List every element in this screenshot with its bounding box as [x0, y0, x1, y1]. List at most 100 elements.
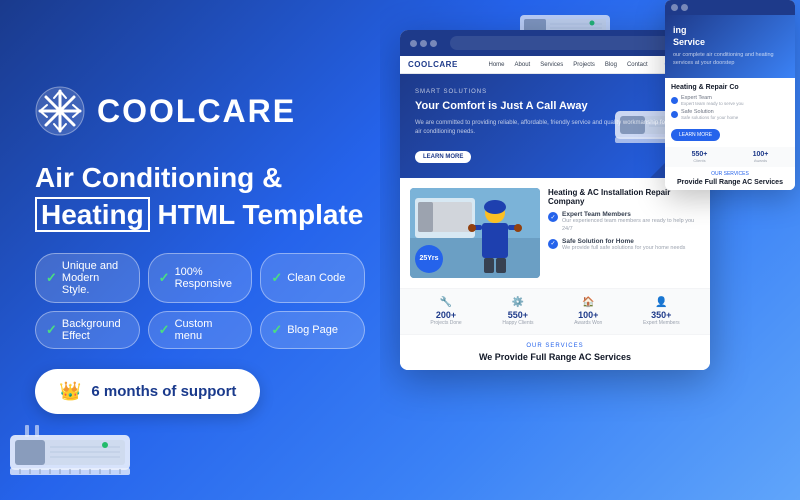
check-icon: ✓ — [159, 322, 170, 338]
badge-label: 100% Responsive — [175, 266, 242, 290]
our-services-title: We Provide Full Range AC Services — [408, 352, 702, 362]
snowflake-icon — [35, 86, 85, 136]
service-image: 25 Yrs — [410, 188, 540, 278]
logo-row: COOLCARE — [35, 86, 365, 136]
dot1 — [410, 40, 417, 47]
main-title: Air Conditioning & Heating HTML Template — [35, 160, 365, 233]
nav-projects: Projects — [570, 61, 598, 69]
browser-hero: SMART SOLUTIONS Your Comfort is Just A C… — [400, 74, 710, 178]
service-check-1 — [548, 212, 558, 222]
check-icon: ✓ — [271, 322, 282, 338]
secondary-title-part2: Service — [673, 37, 705, 47]
right-panel: COOLCARE Home About Services Projects Bl… — [380, 0, 800, 500]
years-number: 25 — [419, 255, 427, 263]
browser-url-bar — [450, 36, 700, 50]
awards-icon: 🏠 — [574, 297, 602, 308]
hero-cta-button[interactable]: LEARN MORE — [415, 151, 471, 163]
nav-links: Home About Services Projects Blog Contac… — [486, 61, 651, 69]
projects-icon: 🔧 — [430, 297, 461, 308]
stats-row: 🔧 200+ Projects Done ⚙️ 550+ Happy Clien… — [400, 288, 710, 334]
service-item-2: Safe Solution for Home We provide full s… — [548, 238, 700, 253]
stat-clients-number: 550+ — [502, 310, 533, 320]
badge-label: Clean Code — [287, 272, 345, 284]
sec-stat-label-2: Awards — [732, 158, 789, 163]
nav-about: About — [512, 61, 534, 69]
ac-bottom-left — [10, 425, 130, 480]
sec-our-services-title: Provide Full Range AC Services — [671, 179, 789, 186]
secondary-dots — [671, 4, 688, 11]
badges-grid: ✓ Unique and Modern Style. ✓ 100% Respon… — [35, 253, 365, 349]
sec-dot2 — [681, 4, 688, 11]
browser-bar — [400, 30, 710, 56]
ac-unit-bottom-svg — [10, 425, 130, 475]
stat-awards-label: Awards Won — [574, 320, 602, 326]
title-line1: Air Conditioning & — [35, 162, 282, 193]
browser-nav: COOLCARE Home About Services Projects Bl… — [400, 56, 710, 74]
browser-services: 25 Yrs Heating & AC Installation Repair … — [400, 178, 710, 288]
stat-experts-label: Expert Members — [643, 320, 680, 326]
logo-text: COOLCARE — [97, 93, 296, 130]
nav-logo: COOLCARE — [408, 60, 458, 69]
stat-projects: 🔧 200+ Projects Done — [430, 297, 461, 326]
title-highlight: Heating — [35, 197, 150, 232]
service-item-label-2: Safe Solution for Home — [562, 238, 685, 245]
badge-label: Unique and Modern Style. — [62, 260, 129, 296]
our-services-label: OUR SERVICES — [408, 343, 702, 349]
service-item-1: Expert Team Members Our experienced team… — [548, 211, 700, 233]
years-label: Yrs — [427, 255, 438, 263]
sec-stat-num-2: 100+ — [732, 151, 789, 158]
secondary-hero: ing Service our complete air conditionin… — [665, 15, 795, 78]
service-content: Heating & AC Installation Repair Company… — [548, 188, 700, 256]
dot3 — [430, 40, 437, 47]
title-end: HTML Template — [150, 199, 364, 230]
stat-experts-number: 350+ — [643, 310, 680, 320]
nav-home: Home — [486, 61, 508, 69]
hero-text: SMART SOLUTIONS Your Comfort is Just A C… — [415, 89, 695, 163]
browser-our-services: OUR SERVICES We Provide Full Range AC Se… — [400, 334, 710, 370]
badge-menu: ✓ Custom menu — [148, 311, 253, 349]
service-item-label-1: Expert Team Members — [562, 211, 700, 218]
badge-label: Custom menu — [175, 318, 242, 342]
nav-services: Services — [537, 61, 566, 69]
check-icon: ✓ — [159, 270, 170, 286]
stat-projects-number: 200+ — [430, 310, 461, 320]
hero-title: Your Comfort is Just A Call Away — [415, 99, 695, 113]
dot2 — [420, 40, 427, 47]
service-desc-2: We provide full safe solutions for your … — [562, 245, 685, 253]
service-check-2 — [548, 239, 558, 249]
nav-blog: Blog — [602, 61, 620, 69]
badge-blog: ✓ Blog Page — [260, 311, 365, 349]
badge-label: Blog Page — [287, 324, 338, 336]
secondary-title-part1: ing — [673, 25, 687, 35]
service-title: Heating & AC Installation Repair Company — [548, 188, 700, 206]
check-icon: ✓ — [46, 322, 57, 338]
badge-bg: ✓ Background Effect — [35, 311, 140, 349]
badge-responsive: ✓ 100% Responsive — [148, 253, 253, 303]
browser-dots — [410, 40, 437, 47]
clients-icon: ⚙️ — [502, 297, 533, 308]
hero-subtitle: We are committed to providing reliable, … — [415, 119, 695, 137]
secondary-browser-bar — [665, 0, 795, 15]
stat-projects-label: Projects Done — [430, 320, 461, 326]
support-button[interactable]: 👑 6 months of support — [35, 369, 260, 414]
check-icon: ✓ — [271, 270, 282, 286]
support-button-label: 6 months of support — [91, 383, 236, 400]
stat-clients: ⚙️ 550+ Happy Clients — [502, 297, 533, 326]
secondary-hero-text: our complete air conditioning and heatin… — [673, 52, 787, 67]
secondary-hero-title: ing Service — [673, 25, 787, 48]
sec-dot1 — [671, 4, 678, 11]
badge-clean: ✓ Clean Code — [260, 253, 365, 303]
browser-main: COOLCARE Home About Services Projects Bl… — [400, 30, 710, 370]
nav-contact: Contact — [624, 61, 651, 69]
badge-unique: ✓ Unique and Modern Style. — [35, 253, 140, 303]
crown-icon: 👑 — [59, 381, 81, 402]
check-icon: ✓ — [46, 270, 57, 286]
badge-label: Background Effect — [62, 318, 129, 342]
stat-awards-number: 100+ — [574, 310, 602, 320]
stat-clients-label: Happy Clients — [502, 320, 533, 326]
stat-experts: 👤 350+ Expert Members — [643, 297, 680, 326]
sec-our-services-label: OUR SERVICES — [671, 171, 789, 177]
stat-awards: 🏠 100+ Awards Won — [574, 297, 602, 326]
hero-label: SMART SOLUTIONS — [415, 89, 695, 95]
secondary-our-services: OUR SERVICES Provide Full Range AC Servi… — [665, 167, 795, 190]
